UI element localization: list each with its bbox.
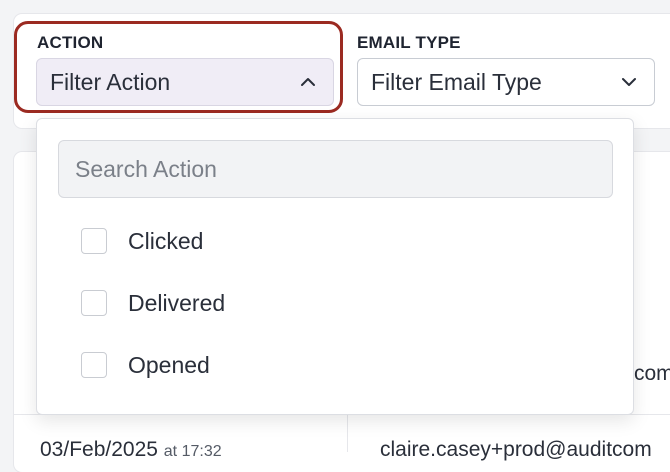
email-cell: claire.casey+prod@auditcom xyxy=(380,438,652,461)
email-cell: com xyxy=(634,362,670,385)
checkbox[interactable] xyxy=(81,228,107,254)
date-cell: 03/Feb/2025 at 17:32 xyxy=(40,438,222,462)
action-option-clicked[interactable]: Clicked xyxy=(81,226,203,256)
action-dropdown-menu: Clicked Delivered Opened xyxy=(36,118,634,415)
date-value: 03/Feb/2025 xyxy=(40,438,158,461)
email-type-filter-value: Filter Email Type xyxy=(371,68,542,95)
option-label: Clicked xyxy=(128,227,204,254)
option-label: Delivered xyxy=(128,289,226,316)
action-filter-highlight xyxy=(14,21,343,113)
action-option-opened[interactable]: Opened xyxy=(81,350,210,380)
checkbox[interactable] xyxy=(81,290,107,316)
email-type-filter-label: EMAIL TYPE xyxy=(357,33,461,52)
action-option-delivered[interactable]: Delivered xyxy=(81,288,225,318)
action-search-input[interactable] xyxy=(58,140,613,198)
checkbox[interactable] xyxy=(81,352,107,378)
option-label: Opened xyxy=(128,351,210,378)
chevron-down-icon xyxy=(622,78,636,86)
email-type-filter-select[interactable]: Filter Email Type xyxy=(357,58,655,106)
